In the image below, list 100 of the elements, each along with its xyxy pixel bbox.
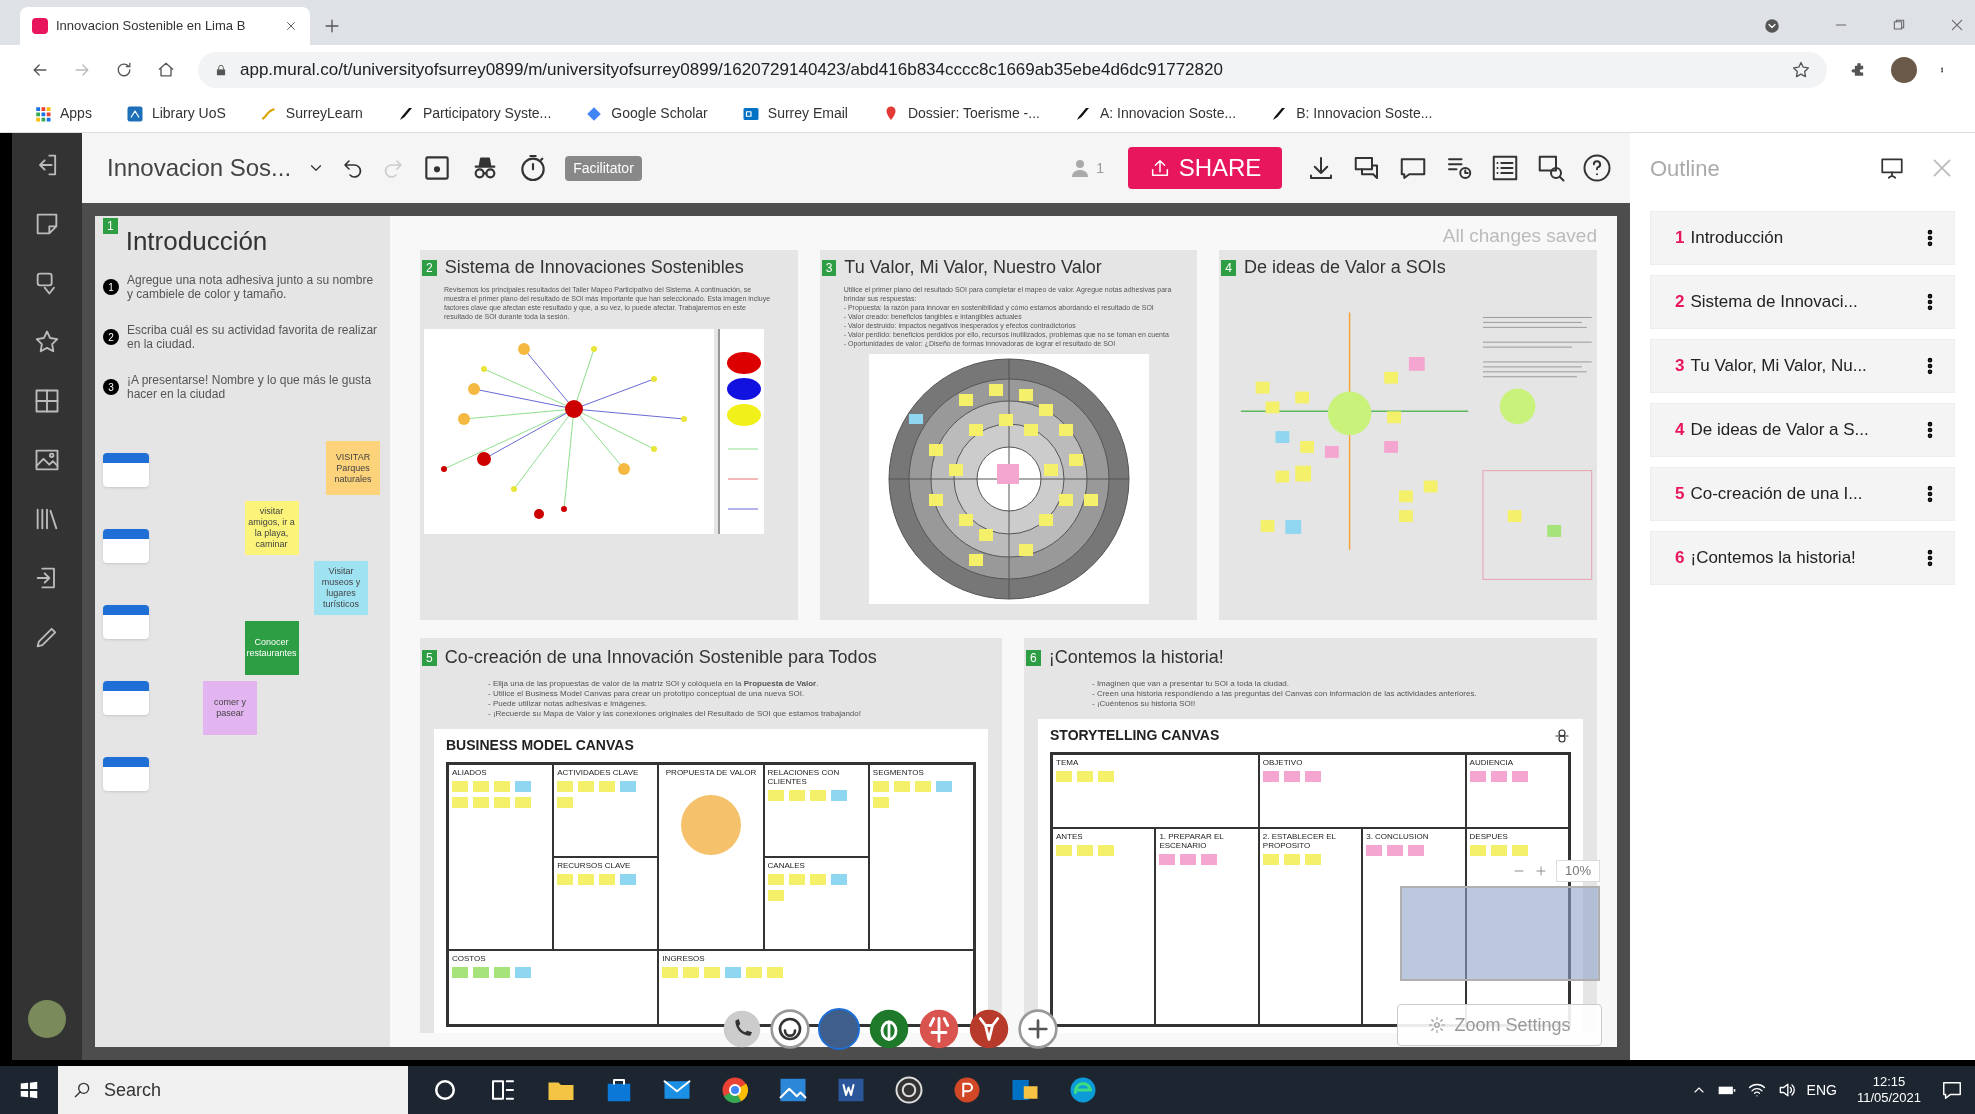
star-icon[interactable] xyxy=(1791,60,1811,80)
help-icon[interactable] xyxy=(1582,153,1612,183)
bookmark-link[interactable]: Dossier: Toerisme -... xyxy=(877,103,1044,124)
frame-title: Introducción xyxy=(125,225,268,258)
block-heading: OBJETIVO xyxy=(1262,758,1304,767)
add-icon[interactable] xyxy=(1018,1009,1058,1049)
block-heading: RECURSOS CLAVE xyxy=(557,861,632,871)
chrome-icon[interactable] xyxy=(720,1075,750,1105)
graph-node xyxy=(565,400,583,418)
sticky-note xyxy=(1490,771,1507,782)
item-number: 6 xyxy=(1675,547,1685,570)
edge-icon[interactable] xyxy=(1068,1075,1098,1105)
powerpoint-icon[interactable] xyxy=(952,1075,982,1105)
sticky-note xyxy=(809,790,826,801)
graph-node xyxy=(651,376,657,382)
block-heading: AUDIENCIA xyxy=(1469,758,1515,767)
graph-node xyxy=(591,346,597,352)
sticky-note xyxy=(494,967,510,979)
bookmark-link[interactable]: Apps xyxy=(30,103,96,124)
search-field[interactable]: Search xyxy=(58,1066,408,1114)
outline-list-icon[interactable] xyxy=(1490,153,1520,183)
graph-node xyxy=(441,466,447,472)
outline-item[interactable]: 1 Introducción xyxy=(1650,211,1955,265)
frame-title: De ideas de Valor a SOIs xyxy=(1244,256,1446,279)
name-tag xyxy=(103,757,149,791)
bookmark-link[interactable]: A: Innovacion Soste... xyxy=(1069,103,1241,124)
minimap[interactable] xyxy=(1400,885,1600,981)
instruction-text: - Creen una historia respondiendo a las preguntas del Canvas con información de las actividades anteriores. xyxy=(1092,689,1478,699)
sticky-note xyxy=(725,967,742,979)
bookmark-link[interactable]: B: Innovacion Soste... xyxy=(1266,103,1437,124)
block-heading: 2. ESTABLECER EL PROPOSITO xyxy=(1262,831,1337,850)
bookmark-link[interactable]: Participatory Syste... xyxy=(392,103,556,124)
sticky-note xyxy=(1056,771,1072,782)
sticky-note xyxy=(683,967,700,979)
grid-icon[interactable] xyxy=(33,387,61,415)
outline-item[interactable]: 6 ¡Contemos la historia! xyxy=(1650,531,1955,585)
restore-icon[interactable] xyxy=(1891,17,1907,33)
browser-tab[interactable]: Innovacion Sostenible en Lima B xyxy=(20,7,310,45)
language-indicator[interactable]: ENG xyxy=(1806,1079,1837,1101)
obs-icon[interactable] xyxy=(894,1075,924,1105)
frame-title: Co-creación de una Innovación Sostenible para Todos xyxy=(444,646,877,669)
gear-icon xyxy=(1428,1016,1447,1034)
item-label: Introducción xyxy=(1690,227,1785,250)
sticky-note xyxy=(830,874,847,886)
sticky-note: Visitar museos y lugares turísticos xyxy=(314,561,368,615)
frame-number: 4 xyxy=(1221,259,1237,276)
emoji-icon[interactable] xyxy=(770,1009,810,1049)
name-tag xyxy=(103,529,149,563)
graph-node xyxy=(468,383,480,395)
address-bar[interactable]: app.mural.co/t/universityofsurrey0899/m/universityofsurrey0899/1620729140423/abd416b834cccc8c1669ab35ebe4d6dc91772820 xyxy=(198,52,1827,88)
sticky-note xyxy=(1511,771,1528,782)
phone-icon[interactable] xyxy=(722,1009,762,1049)
close-icon[interactable] xyxy=(284,19,298,33)
outline-item[interactable]: 4 De ideas de Valor a S... xyxy=(1650,403,1955,457)
home-icon[interactable] xyxy=(156,60,176,80)
outline-item[interactable]: 5 Co-creación de una I... xyxy=(1650,467,1955,521)
sticky-note xyxy=(914,781,931,792)
sticky-note xyxy=(767,967,784,979)
frame-title: Tu Valor, Mi Valor, Nuestro Valor xyxy=(844,256,1102,279)
user-avatar[interactable] xyxy=(28,1000,66,1038)
item-label: Co-creación de una I... xyxy=(1690,483,1864,506)
outline-item[interactable]: 2 Sistema de Innovaci... xyxy=(1650,275,1955,329)
sticky-note xyxy=(1077,844,1093,856)
clock-date[interactable]: 11/05/2021 xyxy=(1856,1090,1921,1106)
graph-node xyxy=(458,413,470,425)
bookmark-link[interactable]: Google Scholar xyxy=(581,103,712,124)
sticky-note xyxy=(620,781,637,792)
windows-start-icon[interactable] xyxy=(18,1079,40,1101)
instruction-text: Agregue una nota adhesiva junto a su nombre y cambiele de color y tamaño. xyxy=(127,273,375,301)
presentation-icon[interactable] xyxy=(1879,155,1905,181)
clock-time[interactable]: 12:15 xyxy=(1872,1074,1906,1090)
bookmark-link[interactable]: Library UoS xyxy=(121,103,230,124)
frame-number: 2 xyxy=(422,259,437,276)
profile-dropdown-icon[interactable] xyxy=(1763,17,1781,35)
share-button[interactable]: SHARE xyxy=(1128,147,1282,189)
graph-node xyxy=(651,446,657,452)
mural-title[interactable]: Innovacion Sos... xyxy=(107,150,292,186)
bookmark-link[interactable]: SurreyLearn xyxy=(255,103,367,124)
graph-node xyxy=(534,509,544,519)
sticky-note xyxy=(1283,853,1300,865)
sticky-note xyxy=(872,781,889,792)
sticky-note xyxy=(1387,844,1404,856)
graph-node xyxy=(681,416,687,422)
bookmark-link[interactable]: Surrey Email xyxy=(737,103,852,124)
outline-item[interactable]: 3 Tu Valor, Mi Valor, Nu... xyxy=(1650,339,1955,393)
item-number: 1 xyxy=(1675,227,1685,250)
graph-node xyxy=(561,506,567,512)
zoom-level[interactable]: 10% xyxy=(1555,860,1600,882)
block-heading: COSTOS xyxy=(452,954,487,964)
profile-avatar[interactable] xyxy=(1891,57,1917,83)
frame-number: 1 xyxy=(103,218,118,234)
sticky-note xyxy=(473,781,489,792)
close-window-icon[interactable] xyxy=(1949,17,1965,33)
block-heading: ALIADOS xyxy=(452,768,488,777)
apps-grid-icon xyxy=(34,104,52,123)
sticky-note xyxy=(1304,853,1321,865)
notification-icon[interactable] xyxy=(1941,1079,1963,1101)
library-logo-icon xyxy=(125,104,144,123)
frame-number: 5 xyxy=(422,649,437,666)
search-icon[interactable] xyxy=(1536,153,1566,183)
